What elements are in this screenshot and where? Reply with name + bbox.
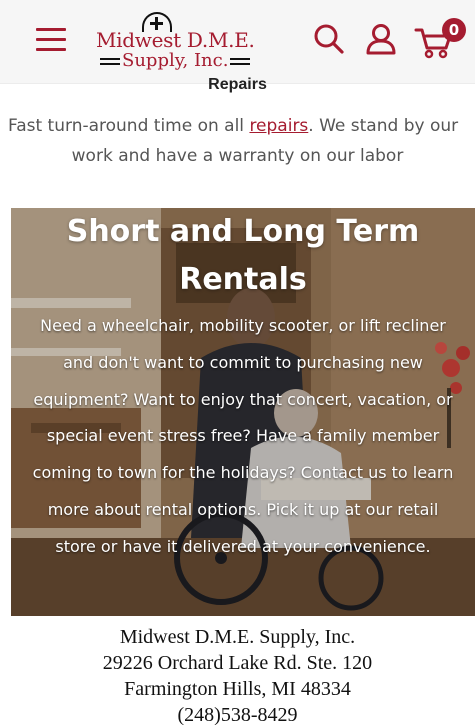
logo-bars-icon xyxy=(230,55,251,68)
store-address: Midwest D.M.E. Supply, Inc. 29226 Orchar… xyxy=(0,624,475,725)
search-icon[interactable] xyxy=(312,22,346,56)
site-logo[interactable]: Midwest D.M.E. Supply, Inc. xyxy=(90,12,255,72)
logo-line2: Supply, Inc. xyxy=(122,50,229,71)
account-icon[interactable] xyxy=(364,22,398,56)
rentals-description: Need a wheelchair, mobility scooter, or … xyxy=(32,316,454,556)
cart-count-badge: 0 xyxy=(442,18,466,42)
menu-icon[interactable] xyxy=(36,28,66,52)
logo-line1: Midwest D.M.E. xyxy=(96,28,255,52)
rentals-heading: Short and Long Term Rentals xyxy=(66,214,420,297)
site-header: Midwest D.M.E. Supply, Inc. 0 xyxy=(0,0,475,84)
cart-icon[interactable]: 0 xyxy=(414,18,466,60)
repairs-link[interactable]: repairs xyxy=(249,116,308,136)
street-address: 29226 Orchard Lake Rd. Ste. 120 xyxy=(102,652,373,674)
logo-bars-icon xyxy=(100,55,120,68)
repairs-heading: Repairs xyxy=(208,76,267,93)
rentals-hero: Short and Long Term Rentals Need a wheel… xyxy=(11,208,475,616)
repairs-description: Fast turn-around time on all repairs. We… xyxy=(8,116,459,136)
company-name: Midwest D.M.E. Supply, Inc. xyxy=(119,626,356,648)
repairs-description-line2: work and have a warranty on our labor xyxy=(71,146,404,166)
phone-number[interactable]: (248)538-8429 xyxy=(0,702,475,725)
city-state-zip: Farmington Hills, MI 48334 xyxy=(124,678,351,700)
